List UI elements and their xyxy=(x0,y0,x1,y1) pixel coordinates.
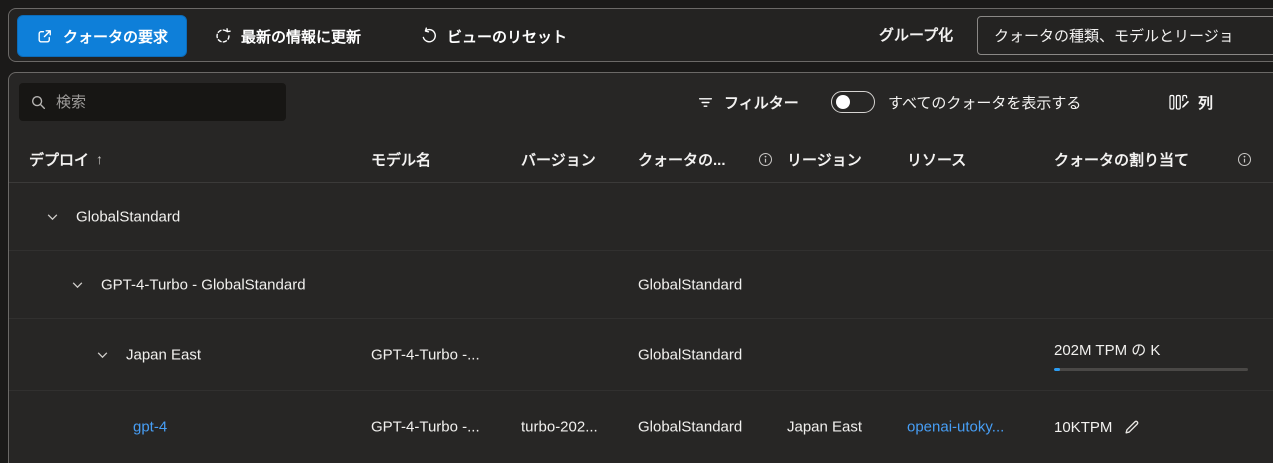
external-link-icon xyxy=(36,28,53,45)
reset-view-label: ビューのリセット xyxy=(447,26,567,47)
refresh-label: 最新の情報に更新 xyxy=(241,26,361,47)
allocation-text: 10KTPM xyxy=(1054,419,1112,436)
filter-icon xyxy=(697,94,714,111)
group-by-value: クォータの種類、モデルとリージョ xyxy=(994,25,1234,46)
search-input[interactable] xyxy=(56,94,275,111)
quota-type-header-label: クォータの... xyxy=(638,149,726,170)
allocation-text: 202M TPM の K xyxy=(1054,339,1248,360)
quota-usage-progressbar xyxy=(1054,368,1248,371)
request-quota-button[interactable]: クォータの要求 xyxy=(17,15,187,57)
search-icon xyxy=(30,94,47,111)
version-cell: turbo-202... xyxy=(521,419,598,436)
group-by-dropdown[interactable]: クォータの種類、モデルとリージョ xyxy=(977,16,1273,55)
show-all-quota-label: すべてのクォータを表示する xyxy=(888,92,1081,113)
reset-view-button[interactable]: ビューのリセット xyxy=(420,15,567,57)
edit-quota-button[interactable] xyxy=(1123,418,1141,436)
deployment-link[interactable]: gpt-4 xyxy=(133,419,167,436)
show-all-quota-control: すべてのクォータを表示する xyxy=(831,83,1081,121)
model-cell: GPT-4-Turbo -... xyxy=(371,419,480,436)
pencil-edit-icon xyxy=(1123,418,1141,436)
column-header-model[interactable]: モデル名 xyxy=(371,135,431,183)
column-header-allocation[interactable]: クォータの割り当て xyxy=(1054,135,1189,183)
columns-label: 列 xyxy=(1198,92,1213,113)
resource-link[interactable]: openai-utoky... xyxy=(907,419,1004,436)
show-all-quota-toggle[interactable] xyxy=(831,91,875,113)
columns-button[interactable]: 列 xyxy=(1169,83,1213,121)
group-name: Japan East xyxy=(126,346,201,363)
column-header-deploy[interactable]: デプロイ ↑ xyxy=(29,135,103,183)
toggle-knob xyxy=(836,95,850,109)
allocation-cell: 10KTPM xyxy=(1054,418,1141,436)
refresh-icon xyxy=(214,27,232,45)
quota-usage-progress-fill xyxy=(1054,368,1060,371)
table-row-gpt4-deployment[interactable]: gpt-4 GPT-4-Turbo -... turbo-202... Glob… xyxy=(9,391,1273,463)
table-row-gpt4turbo-group[interactable]: GPT-4-Turbo - GlobalStandard GlobalStand… xyxy=(9,251,1273,319)
column-header-version[interactable]: バージョン xyxy=(521,135,596,183)
group-by-label: グループ化 xyxy=(879,9,953,63)
undo-reset-icon xyxy=(420,27,438,45)
quota-type-info-icon[interactable] xyxy=(758,152,773,167)
chevron-down-icon[interactable] xyxy=(96,348,109,361)
version-header-label: バージョン xyxy=(521,149,596,170)
table-row-japan-east-group[interactable]: Japan East GPT-4-Turbo -... GlobalStanda… xyxy=(9,319,1273,391)
quota-table-panel: フィルター すべてのクォータを表示する 列 デプロイ ↑ モデル名 バージョン xyxy=(8,72,1273,463)
command-bar: クォータの要求 最新の情報に更新 ビューのリセット グループ化 クォータの種類、… xyxy=(8,8,1273,62)
quota-type-cell: GlobalStandard xyxy=(638,419,742,436)
table-row-globalstandard-group[interactable]: GlobalStandard xyxy=(9,183,1273,251)
column-header-region[interactable]: リージョン xyxy=(787,135,862,183)
filter-label: フィルター xyxy=(724,92,799,113)
filter-button[interactable]: フィルター xyxy=(697,83,799,121)
region-cell: Japan East xyxy=(787,419,862,436)
allocation-cell: 202M TPM の K xyxy=(1054,339,1248,371)
quota-type-cell: GlobalStandard xyxy=(638,346,742,363)
model-header-label: モデル名 xyxy=(371,149,431,170)
sort-ascending-icon: ↑ xyxy=(96,151,103,167)
request-quota-label: クォータの要求 xyxy=(63,26,168,47)
region-header-label: リージョン xyxy=(787,149,862,170)
chevron-down-icon[interactable] xyxy=(46,210,59,223)
column-header-quota-type[interactable]: クォータの... xyxy=(638,135,726,183)
group-name: GPT-4-Turbo - GlobalStandard xyxy=(101,276,306,293)
chevron-down-icon[interactable] xyxy=(71,278,84,291)
column-header-resource[interactable]: リソース xyxy=(907,135,966,183)
allocation-header-label: クォータの割り当て xyxy=(1054,149,1189,170)
search-box xyxy=(19,83,286,121)
resource-header-label: リソース xyxy=(907,149,966,170)
group-name: GlobalStandard xyxy=(76,208,180,225)
allocation-info-icon[interactable] xyxy=(1237,152,1252,167)
table-header-row: デプロイ ↑ モデル名 バージョン クォータの... リージョン リソース クォ… xyxy=(9,135,1273,183)
refresh-button[interactable]: 最新の情報に更新 xyxy=(214,15,361,57)
model-cell: GPT-4-Turbo -... xyxy=(371,346,480,363)
column-edit-icon xyxy=(1169,94,1190,111)
quota-type-cell: GlobalStandard xyxy=(638,276,742,293)
deploy-header-label: デプロイ xyxy=(29,149,89,170)
